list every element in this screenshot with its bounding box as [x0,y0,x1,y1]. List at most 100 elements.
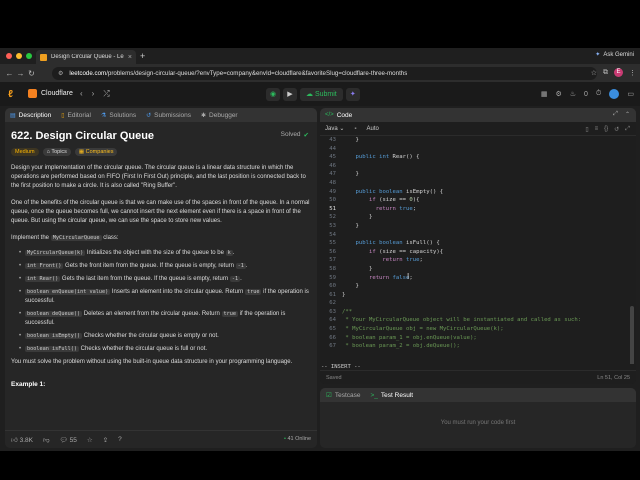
topics-chip[interactable]: ⌂ Topics [42,148,71,156]
code-line: 48 [320,179,636,188]
profile-avatar[interactable]: E [614,68,623,77]
comments-button[interactable]: 💬︎ 55 [60,436,77,444]
tab-testcase[interactable]: ☑ Testcase [326,391,361,400]
star-icon[interactable]: ☆ [87,436,93,444]
prev-problem-icon[interactable]: ‹ [80,89,83,99]
code-header-controls: ⤢ ⌃ [613,111,630,118]
address-bar[interactable]: ⚙ leetcode.com/problems/design-circular-… [52,67,597,80]
back-icon[interactable]: ← [4,69,15,78]
tab-debugger[interactable]: ✱ Debugger [201,112,238,119]
minimize-window-button[interactable] [16,53,22,59]
submit-button[interactable]: ☁ Submit [300,88,343,101]
check-circle-icon: ✔ [303,132,309,139]
line-text: } [342,137,359,143]
companies-chip[interactable]: ▦ Companies [74,148,118,156]
code-editor[interactable]: 43 } 44 45 public int Rear() {46 47 } 48 49 p… [320,136,636,372]
shuffle-icon[interactable]: ⤮ [103,89,109,99]
history-icon: ↺ [146,112,152,119]
maximize-window-button[interactable] [26,53,32,59]
help-icon[interactable]: ? [118,436,122,443]
bookmark-icon[interactable]: ▯ [585,126,588,133]
tab-test-result[interactable]: >_ Test Result [370,392,413,399]
tab-solutions[interactable]: ⚗ Solutions [101,112,136,119]
ask-gemini-button[interactable]: ✦ Ask Gemini [595,51,634,59]
like-button[interactable]: 👍︎ 3.8K [11,436,33,444]
layout-icon[interactable]: ▦ [541,90,548,98]
method-text: Checks whether the circular queue is emp… [82,333,219,339]
reset-icon[interactable]: ↺ [614,126,619,133]
tab-description[interactable]: ▤ Description [10,112,51,119]
code-line: 44 [320,145,636,154]
browser-menu-icon[interactable]: ⋮ [629,69,636,77]
method-list: MyCircularQueue(k) Initializes the objec… [19,249,311,354]
tab-submissions[interactable]: ↺ Submissions [146,112,191,119]
browser-tab[interactable]: Design Circular Queue - Leet × [36,50,136,64]
description-footer: 👍︎ 3.8K 👎︎ 💬︎ 55 ☆ ⇪ ? • 41 Online [5,430,317,448]
ai-assist-icon[interactable]: ✦ [345,88,360,101]
extensions-icon[interactable]: ⧉ [603,69,608,77]
format-icon[interactable]: ≡ [595,126,599,133]
method-code-2: true [221,311,238,317]
code-line: 55 public boolean isFull() { [320,239,636,248]
user-avatar[interactable] [609,89,620,99]
language-bar: Java ⌄ ▪ Auto ▯ ≡ {} ↺ ⤢ [320,122,636,136]
line-number: 64 [329,317,336,324]
method-code: boolean deQueue() [25,311,83,317]
bug-debug-icon[interactable]: ◉ [266,88,280,101]
line-text: } [342,214,373,221]
leetcode-logo-icon[interactable]: ℓ [8,89,18,100]
fire-icon[interactable]: ♨ [570,90,576,98]
reload-icon[interactable]: ↻ [26,69,37,78]
bookmark-star-icon[interactable]: ☆ [591,69,597,77]
new-tab-button[interactable]: + [140,51,145,61]
description-paragraph-3: You must solve the problem without using… [11,359,293,365]
method-text: Checks whether the circular queue is ful… [78,346,208,352]
next-problem-icon[interactable]: › [92,89,95,99]
line-text: /** [342,308,353,315]
close-window-button[interactable] [6,53,12,59]
language-select[interactable]: Java ⌄ [325,125,344,132]
close-tab-icon[interactable]: × [128,54,132,61]
tab-solutions-label: Solutions [109,111,137,119]
run-icon[interactable]: ▶ [283,88,297,101]
braces-icon[interactable]: {} [604,126,608,133]
method-code: int Rear() [25,276,61,282]
expand-icon[interactable]: ⤢ [613,111,618,118]
tab-editorial[interactable]: ▯ Editorial [61,112,91,119]
terminal-icon: >_ [370,391,378,399]
dislike-icon[interactable]: 👎︎ [43,436,50,444]
ask-gemini-label: Ask Gemini [603,51,634,58]
method-tail: . [245,263,248,269]
method-code: int Front() [25,263,64,269]
site-info-icon[interactable]: ⚙ [58,70,63,77]
company-list-button[interactable]: Cloudflare [28,89,73,98]
forward-icon[interactable]: → [15,69,26,78]
settings-icon[interactable]: ⚙ [555,90,561,98]
auto-mode[interactable]: Auto [367,126,379,132]
code-line: 54 [320,231,636,240]
share-icon[interactable]: ⇪ [103,436,108,444]
line-number: 62 [329,300,336,307]
run-toolbar: ◉ ▶ ☁ Submit ✦ [266,88,360,101]
code-panel: </> Code ⤢ ⌃ Java ⌄ ▪ Auto ▯ ≡ {} ↺ ⤢ 43… [320,108,636,384]
code-header: </> Code ⤢ ⌃ [320,108,636,122]
tab-strip: Design Circular Queue - Leet × + ✦ Ask G… [0,48,640,64]
list-item: boolean deQueue() Deletes an element fro… [19,310,311,328]
tab-testcase-label: Testcase [334,391,361,399]
code-line: 43 } [320,136,636,145]
browser-window: Design Circular Queue - Leet × + ✦ Ask G… [0,48,640,451]
premium-icon[interactable]: ▭ [627,90,634,98]
line-number: 59 [329,274,336,281]
code-line: 46 [320,162,636,171]
code-line: 66 * boolean param_1 = obj.enQueue(value… [320,334,636,343]
gemini-icon: ✦ [595,52,601,58]
company-label: Cloudflare [41,90,73,97]
editor-scrollbar[interactable] [630,306,634,366]
timer-icon[interactable]: ⏱ [596,90,601,98]
minimize-panel-icon[interactable]: ⌃ [625,111,630,118]
code-brackets-icon: </> [325,112,334,118]
list-item: int Rear() Gets the last item from the q… [19,275,311,284]
browser-tab-title: Design Circular Queue - Leet [51,54,124,60]
leetcode-favicon-icon [40,53,47,61]
fullscreen-icon[interactable]: ⤢ [625,126,630,133]
